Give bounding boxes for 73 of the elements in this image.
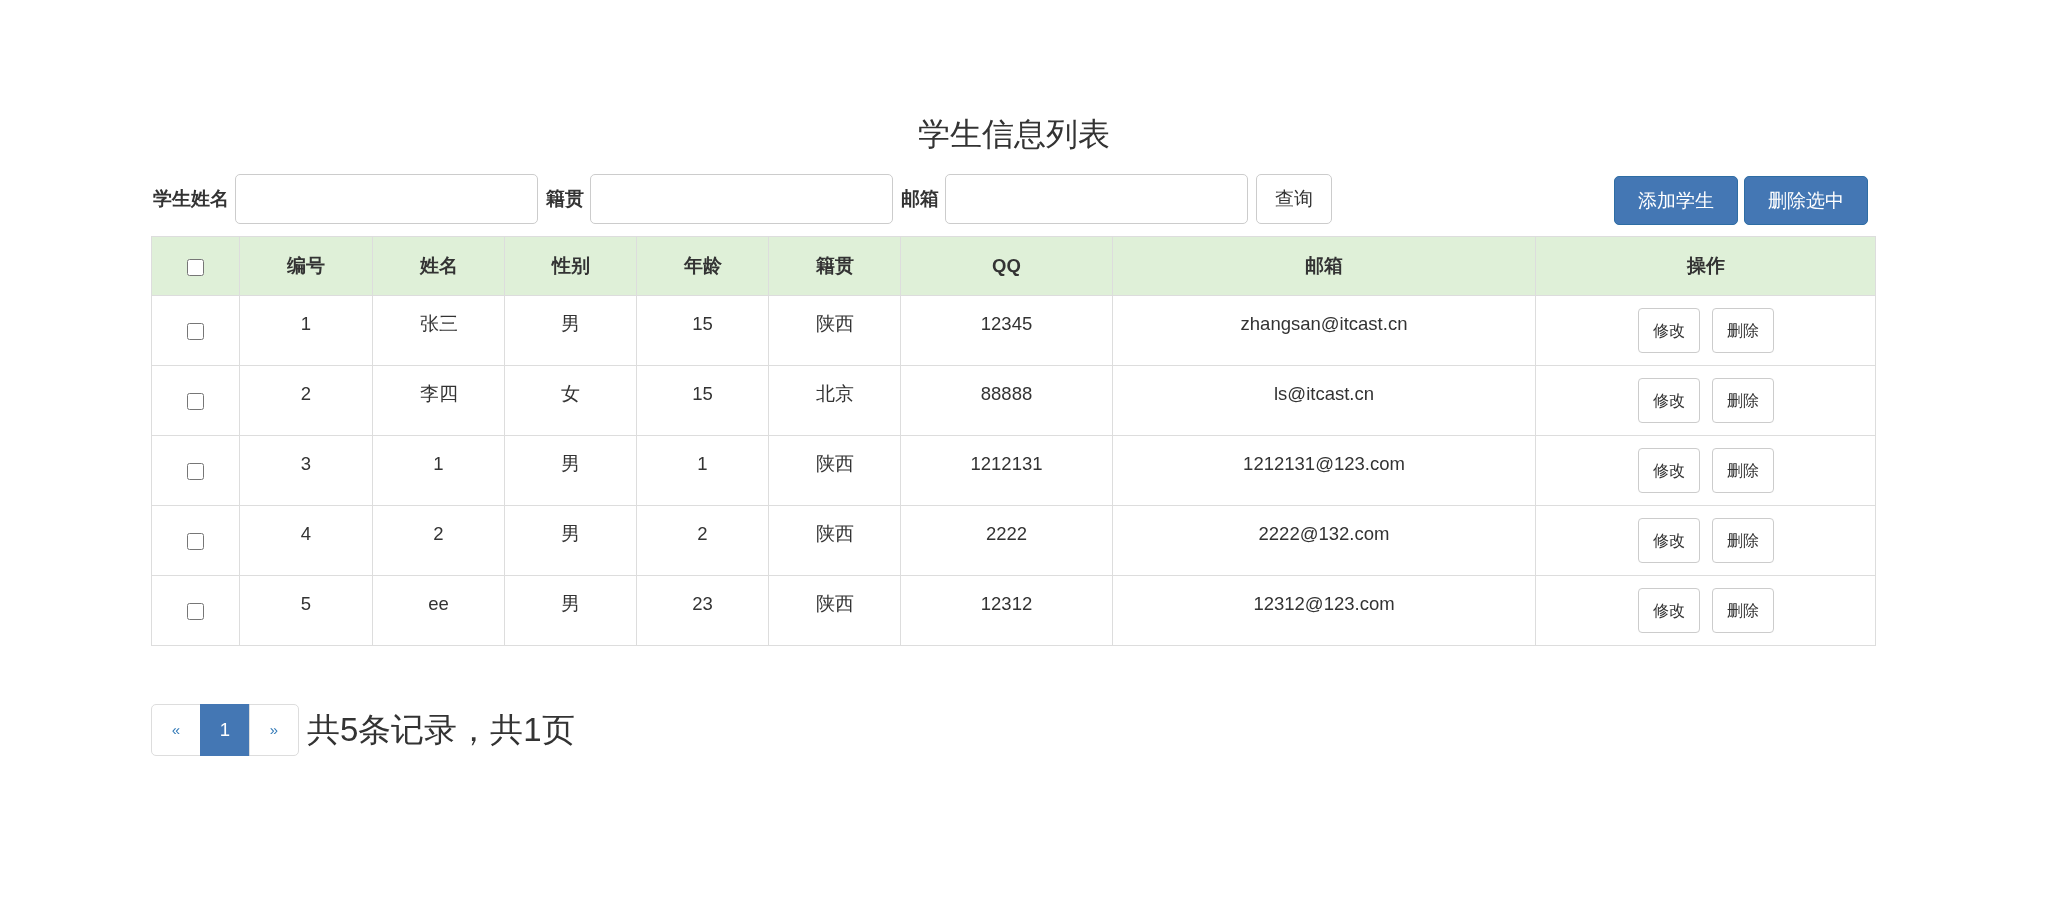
delete-button[interactable]: 删除 [1711, 308, 1774, 353]
column-header: 邮箱 [1305, 255, 1343, 277]
table-cell: 3 [300, 453, 312, 474]
delete-button[interactable]: 删除 [1711, 448, 1774, 493]
table-cell: 2222@132.com [1258, 523, 1390, 544]
select-all-checkbox[interactable] [187, 258, 204, 276]
field-label: 籍贯 [546, 187, 584, 212]
table-cell: 1 [433, 453, 444, 474]
delete-button[interactable]: 删除 [1711, 518, 1774, 563]
page-title: 学生信息列表 [917, 115, 1110, 154]
record-summary: 共5条记录，共1页 [307, 710, 575, 750]
table-cell: 2222 [985, 523, 1028, 544]
table-cell: 12312 [980, 593, 1033, 614]
field-label: 邮箱 [901, 187, 939, 212]
row-checkbox[interactable] [187, 463, 204, 481]
edit-button[interactable]: 修改 [1637, 378, 1700, 423]
row-checkbox[interactable] [187, 323, 204, 341]
column-header: 籍贯 [815, 255, 854, 277]
table-cell: 12312@123.com [1253, 593, 1395, 614]
table-cell: ls@itcast.cn [1274, 383, 1374, 404]
edit-button[interactable]: 修改 [1637, 308, 1700, 353]
previous-page-link[interactable]: « [151, 704, 201, 756]
table-cell: 12345 [980, 313, 1033, 334]
table-cell: zhangsan@itcast.cn [1240, 313, 1408, 334]
table-cell: 陕西 [815, 313, 854, 334]
column-header: 年龄 [683, 255, 722, 277]
delete-button[interactable]: 删除 [1711, 588, 1774, 633]
table-cell: 4 [300, 523, 312, 544]
column-header: 编号 [287, 255, 325, 277]
edit-button[interactable]: 修改 [1637, 518, 1700, 563]
delete-button[interactable]: 删除 [1711, 378, 1774, 423]
edit-button[interactable]: 修改 [1637, 448, 1700, 493]
table-cell: 张三 [419, 313, 458, 334]
action-button[interactable]: 删除选中 [1744, 176, 1868, 225]
table-cell: 23 [692, 593, 713, 614]
search-field[interactable] [945, 174, 1248, 224]
table-cell: 男 [561, 523, 580, 544]
table-cell: ee [428, 593, 449, 614]
table-cell: 男 [561, 313, 580, 334]
table-cell: 李四 [419, 383, 458, 404]
table-cell: 1 [300, 313, 312, 334]
table-cell: 5 [300, 593, 312, 614]
table-cell: 男 [561, 453, 580, 474]
row-checkbox[interactable] [187, 533, 204, 551]
table-cell: 陕西 [815, 453, 854, 474]
column-header: QQ [992, 255, 1021, 277]
search-button[interactable]: 查询 [1256, 174, 1332, 224]
table-cell: 15 [692, 313, 713, 334]
table-cell: 88888 [980, 383, 1033, 404]
table-cell: 2 [697, 523, 708, 544]
action-button[interactable]: 添加学生 [1614, 176, 1738, 225]
table-cell: 2 [300, 383, 312, 404]
row-checkbox[interactable] [187, 393, 204, 411]
table-cell: 陕西 [815, 593, 854, 614]
edit-button[interactable]: 修改 [1637, 588, 1700, 633]
search-field[interactable] [590, 174, 893, 224]
search-field[interactable] [235, 174, 538, 224]
page-link[interactable]: 1 [200, 704, 250, 756]
table-cell: 1212131 [970, 453, 1043, 474]
column-header: 操作 [1686, 255, 1725, 277]
table-cell: 15 [692, 383, 713, 404]
row-checkbox[interactable] [187, 603, 204, 621]
table-cell: 2 [433, 523, 444, 544]
table-cell: 1 [697, 453, 708, 474]
table-cell: 陕西 [815, 523, 854, 544]
table-cell: 男 [561, 593, 580, 614]
field-label: 学生姓名 [153, 187, 229, 212]
next-page-link[interactable]: » [249, 704, 299, 756]
column-header: 姓名 [419, 255, 458, 277]
table-cell: 女 [561, 383, 580, 404]
table-cell: 北京 [815, 383, 854, 404]
table-cell: 1212131@123.com [1243, 453, 1405, 474]
column-header: 性别 [551, 255, 590, 277]
